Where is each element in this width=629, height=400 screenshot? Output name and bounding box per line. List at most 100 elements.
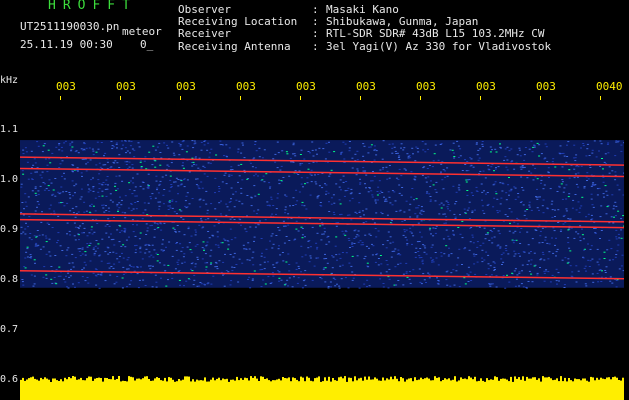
noise-speck — [261, 269, 264, 270]
noise-speck — [519, 166, 522, 168]
noise-speck — [158, 208, 161, 210]
noise-speck — [434, 144, 437, 146]
noise-speck — [175, 249, 178, 251]
noise-speck — [525, 218, 528, 220]
level-spike — [30, 377, 32, 386]
station-key: Receiving Antenna — [178, 39, 291, 53]
level-spike — [214, 380, 216, 386]
noise-speck — [331, 255, 333, 257]
noise-speck — [89, 159, 92, 161]
noise-speck — [419, 248, 422, 249]
freq-tick-label: 0.6 — [0, 374, 19, 385]
noise-speck — [618, 237, 621, 239]
noise-speck — [213, 225, 216, 227]
noise-speck — [391, 250, 394, 252]
level-spike — [616, 377, 618, 386]
noise-speck — [34, 192, 37, 194]
noise-speck — [410, 171, 413, 173]
noise-speck — [251, 166, 254, 168]
noise-speck — [192, 284, 195, 286]
noise-speck — [198, 224, 201, 226]
noise-speck — [342, 233, 345, 235]
noise-speck — [574, 160, 577, 162]
noise-speck — [241, 262, 244, 264]
level-spike — [206, 381, 208, 386]
noise-speck — [232, 256, 235, 258]
noise-speck — [467, 274, 470, 276]
level-spike — [104, 377, 106, 386]
noise-speck — [568, 193, 571, 195]
noise-speck — [321, 224, 324, 226]
noise-speck — [301, 201, 304, 203]
noise-speck — [162, 203, 165, 205]
noise-speck — [75, 206, 78, 208]
noise-speck — [591, 258, 594, 260]
noise-speck — [351, 243, 353, 245]
noise-speck — [225, 203, 228, 205]
noise-speck — [130, 210, 133, 212]
noise-speck — [126, 161, 129, 163]
level-spike — [208, 381, 210, 386]
noise-speck — [440, 202, 443, 204]
level-spike — [66, 379, 68, 386]
level-spike — [130, 376, 132, 386]
level-spike — [438, 377, 440, 386]
noise-speck — [118, 261, 121, 263]
noise-speck — [561, 166, 564, 168]
noise-speck — [115, 189, 118, 191]
level-spike — [238, 380, 240, 386]
noise-speck — [554, 216, 556, 217]
noise-speck — [422, 149, 425, 151]
level-spike — [516, 378, 518, 386]
level-spike — [140, 379, 142, 386]
noise-speck — [301, 287, 304, 289]
noise-speck — [569, 250, 572, 252]
noise-speck — [116, 205, 119, 207]
noise-speck — [125, 152, 127, 154]
noise-speck — [160, 249, 163, 251]
time-tick-mark — [300, 96, 301, 100]
noise-speck — [69, 143, 72, 145]
noise-speck — [560, 153, 563, 154]
noise-speck — [118, 241, 121, 243]
noise-speck — [25, 205, 28, 207]
noise-speck — [386, 240, 389, 242]
noise-speck — [54, 178, 57, 179]
noise-speck — [575, 209, 578, 211]
noise-speck — [179, 145, 182, 147]
noise-speck — [204, 262, 207, 264]
noise-speck — [316, 196, 319, 197]
noise-speck — [461, 237, 464, 239]
noise-speck — [590, 198, 593, 200]
noise-speck — [438, 204, 441, 206]
noise-speck — [68, 194, 71, 196]
level-spike — [170, 377, 172, 386]
noise-speck — [466, 190, 469, 191]
noise-speck — [209, 162, 212, 164]
noise-speck — [57, 191, 60, 193]
noise-speck — [514, 268, 517, 270]
noise-speck — [409, 203, 412, 205]
noise-speck — [622, 270, 624, 272]
level-spike — [398, 381, 400, 386]
noise-speck — [521, 264, 524, 266]
noise-speck — [541, 251, 544, 253]
noise-speck — [116, 188, 119, 190]
noise-speck — [457, 156, 460, 158]
noise-speck — [555, 255, 557, 257]
noise-speck — [405, 272, 408, 274]
level-spike — [618, 380, 620, 386]
noise-speck — [381, 158, 384, 160]
level-spike — [416, 380, 418, 386]
noise-speck — [351, 279, 354, 281]
noise-speck — [278, 179, 281, 181]
noise-speck — [373, 159, 376, 161]
noise-speck — [567, 237, 570, 239]
noise-speck — [359, 240, 362, 242]
level-spike — [422, 379, 424, 386]
noise-speck — [603, 251, 606, 253]
noise-speck — [611, 194, 614, 196]
noise-speck — [45, 188, 48, 190]
noise-speck — [229, 169, 232, 171]
noise-speck — [513, 221, 516, 223]
